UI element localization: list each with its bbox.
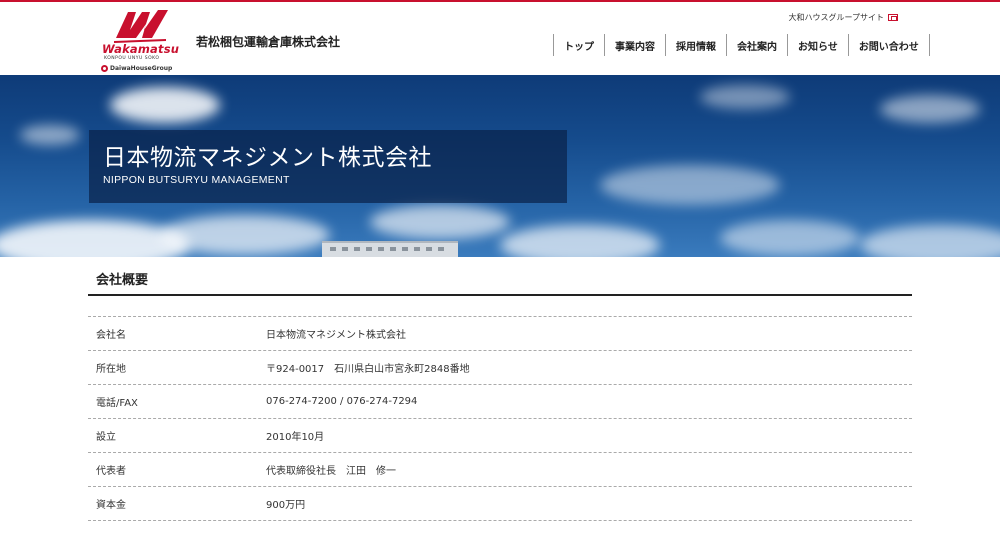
daiwa-group-text: DaiwaHouseGroup: [110, 64, 173, 72]
row-label: 電話/FAX: [96, 398, 138, 409]
hero-title: 日本物流マネジメント株式会社: [103, 145, 432, 171]
table-row: 資本金 900万円: [88, 487, 912, 521]
cloud-decoration: [720, 220, 860, 256]
company-name: 若松梱包運輸倉庫株式会社: [196, 35, 341, 49]
section-divider: [88, 294, 912, 296]
wakamatsu-logo-mark-icon: [114, 10, 168, 43]
row-label: 代表者: [96, 466, 126, 477]
row-label: 所在地: [96, 364, 126, 375]
nav-item-business[interactable]: 事業内容: [604, 34, 665, 56]
table-row: 設立 2010年10月: [88, 419, 912, 453]
nav-item-company[interactable]: 会社案内: [726, 34, 787, 56]
nav-item-top[interactable]: トップ: [553, 34, 604, 56]
site-header: Wakamatsu KONPOU UNYU SOKO DaiwaHouseGro…: [0, 2, 1000, 75]
row-value: 〒924-0017 石川県白山市宮永町2848番地: [266, 364, 470, 375]
cloud-decoration: [20, 125, 80, 145]
cloud-decoration: [160, 215, 330, 255]
external-window-icon: [888, 14, 898, 21]
cloud-decoration: [700, 85, 790, 109]
section-title: 会社概要: [96, 273, 149, 288]
daiwa-circle-icon: [101, 64, 108, 72]
logo-subtext: KONPOU UNYU SOKO: [104, 56, 160, 61]
table-row: 代表者 代表取締役社長 江田 修一: [88, 453, 912, 487]
daiwa-group-site-link[interactable]: 大和ハウスグループサイト: [788, 12, 898, 23]
nav-item-recruit[interactable]: 採用情報: [665, 34, 726, 56]
daiwa-group-badge: DaiwaHouseGroup: [101, 63, 172, 73]
site-logo[interactable]: Wakamatsu KONPOU UNYU SOKO DaiwaHouseGro…: [98, 8, 180, 74]
row-value: 代表取締役社長 江田 修一: [266, 466, 396, 477]
global-nav: トップ 事業内容 採用情報 会社案内 お知らせ お問い合わせ: [553, 34, 930, 56]
logo-wordmark: Wakamatsu: [102, 42, 180, 56]
cloud-decoration: [880, 95, 980, 123]
row-value: 日本物流マネジメント株式会社: [266, 330, 406, 341]
hero-banner: 日本物流マネジメント株式会社 NIPPON BUTSURYU MANAGEMEN…: [0, 75, 1000, 257]
building-rooftop: [322, 241, 458, 257]
cloud-decoration: [110, 87, 220, 123]
table-row: 所在地 〒924-0017 石川県白山市宮永町2848番地: [88, 351, 912, 385]
cloud-decoration: [370, 205, 510, 239]
table-row: 会社名 日本物流マネジメント株式会社: [88, 317, 912, 351]
cloud-decoration: [600, 165, 780, 205]
row-label: 資本金: [96, 500, 126, 511]
hero-title-box: 日本物流マネジメント株式会社 NIPPON BUTSURYU MANAGEMEN…: [89, 130, 567, 203]
row-label: 会社名: [96, 330, 126, 341]
row-label: 設立: [96, 432, 116, 443]
row-value: 2010年10月: [266, 432, 325, 443]
daiwa-group-site-label: 大和ハウスグループサイト: [788, 13, 884, 22]
row-value: 076-274-7200 / 076-274-7294: [266, 396, 418, 407]
hero-subtitle: NIPPON BUTSURYU MANAGEMENT: [103, 174, 290, 186]
cloud-decoration: [860, 225, 1000, 257]
nav-item-contact[interactable]: お問い合わせ: [847, 34, 930, 56]
company-info-table: 会社名 日本物流マネジメント株式会社 所在地 〒924-0017 石川県白山市宮…: [88, 316, 912, 521]
table-row: 電話/FAX 076-274-7200 / 076-274-7294: [88, 385, 912, 419]
cloud-decoration: [500, 225, 660, 257]
row-value: 900万円: [266, 500, 306, 511]
nav-item-news[interactable]: お知らせ: [787, 34, 848, 56]
